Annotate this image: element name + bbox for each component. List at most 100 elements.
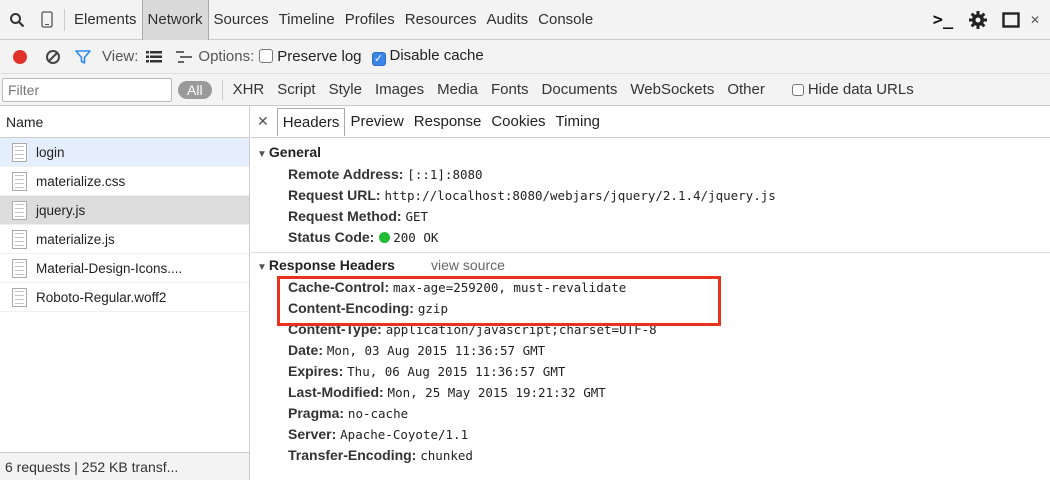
expand-triangle-icon: ▼	[257, 149, 267, 160]
preserve-log-box[interactable]	[259, 49, 274, 63]
filter-type-media[interactable]: Media	[437, 81, 478, 98]
request-name: materialize.css	[36, 173, 126, 189]
general-section-title: General	[268, 144, 322, 160]
request-row[interactable]: materialize.css	[0, 167, 249, 196]
filter-type-documents[interactable]: Documents	[542, 81, 618, 98]
tab-resources[interactable]: Resources	[400, 0, 482, 40]
response-headers-section-header[interactable]: ▼ Response Headers view source	[251, 253, 1050, 277]
header-row: Request Method: GET	[251, 206, 1050, 227]
view-source-link[interactable]: view source	[431, 257, 505, 273]
hide-data-urls-box[interactable]	[791, 84, 804, 96]
detail-tab-cookies[interactable]: Cookies	[486, 108, 550, 135]
detail-tab-response[interactable]: Response	[409, 108, 487, 135]
header-value: no-cache	[347, 406, 409, 421]
filter-type-script[interactable]: Script	[277, 81, 315, 98]
tab-console[interactable]: Console	[533, 0, 598, 40]
tab-sources[interactable]: Sources	[209, 0, 274, 40]
disable-cache-box[interactable]: ✓	[371, 52, 386, 66]
file-icon	[12, 200, 27, 220]
requests-list: login materialize.css jquery.js materialize…	[0, 138, 249, 312]
file-icon	[12, 229, 27, 249]
disable-cache-checkbox[interactable]: ✓ Disable cache	[371, 47, 484, 66]
gear-icon[interactable]	[960, 0, 996, 40]
hide-data-urls-label: Hide data URLs	[807, 81, 914, 98]
filter-type-style[interactable]: Style	[329, 81, 362, 98]
search-icon[interactable]	[0, 0, 34, 40]
console-prompt-icon[interactable]: >_	[926, 0, 960, 40]
response-headers-title: Response Headers	[268, 257, 395, 273]
disable-cache-label: Disable cache	[389, 47, 484, 64]
filter-icon[interactable]	[66, 40, 100, 74]
status-ok-icon	[379, 232, 391, 243]
detail-tab-headers[interactable]: Headers	[276, 107, 346, 136]
record-icon[interactable]	[0, 40, 40, 74]
close-detail-icon[interactable]: ✕	[257, 113, 269, 130]
filter-all-button[interactable]: All	[178, 80, 212, 99]
header-row: Last-Modified: Mon, 25 May 2015 19:21:32…	[251, 382, 1050, 403]
network-toolbar: View: Options: Preserve log ✓ Disable cac…	[0, 40, 1050, 74]
hide-data-urls-checkbox[interactable]: Hide data URLs	[791, 81, 914, 98]
large-rows-icon[interactable]	[138, 40, 170, 74]
header-value: GET	[405, 209, 429, 224]
tab-network[interactable]: Network	[141, 0, 209, 40]
preserve-log-label: Preserve log	[277, 48, 362, 65]
request-row[interactable]: jquery.js	[0, 196, 249, 225]
tab-profiles[interactable]: Profiles	[340, 0, 400, 40]
header-row: Request URL: http://localhost:8080/webja…	[251, 185, 1050, 206]
request-row[interactable]: Roboto-Regular.woff2	[0, 283, 249, 312]
tab-timeline[interactable]: Timeline	[274, 0, 340, 40]
header-key: Date:	[288, 342, 324, 358]
general-section: Remote Address: [::1]:8080 Request URL: h…	[251, 164, 1050, 248]
request-name: login	[36, 144, 65, 160]
header-row: Pragma: no-cache	[251, 403, 1050, 424]
dock-icon[interactable]	[996, 0, 1026, 40]
filter-type-images[interactable]: Images	[375, 81, 424, 98]
name-column-header[interactable]: Name	[0, 106, 249, 138]
filter-type-xhr[interactable]: XHR	[233, 81, 265, 98]
request-details-panel: ✕ Headers Preview Response Cookies Timing ▼ G…	[251, 106, 1050, 480]
file-icon	[12, 287, 27, 307]
filter-input[interactable]	[2, 77, 172, 102]
header-value: Apache-Coyote/1.1	[340, 427, 469, 442]
close-icon[interactable]: ✕	[1026, 0, 1044, 40]
request-name: jquery.js	[36, 202, 86, 218]
file-icon	[12, 258, 27, 278]
filter-type-fonts[interactable]: Fonts	[491, 81, 529, 98]
request-row[interactable]: login	[0, 138, 249, 167]
device-icon[interactable]	[34, 0, 60, 40]
header-row: Date: Mon, 03 Aug 2015 11:36:57 GMT	[251, 340, 1050, 361]
resource-type-filters: XHR Script Style Images Media Fonts Documents W…	[233, 81, 778, 98]
detail-tab-timing[interactable]: Timing	[551, 108, 605, 135]
overview-icon[interactable]	[170, 40, 198, 74]
preserve-log-checkbox[interactable]: Preserve log	[259, 48, 362, 65]
detail-tabs: ✕ Headers Preview Response Cookies Timing	[251, 106, 1050, 138]
header-row: Remote Address: [::1]:8080	[251, 164, 1050, 185]
highlight-box	[277, 276, 721, 326]
tab-audits[interactable]: Audits	[481, 0, 533, 40]
header-row: Expires: Thu, 06 Aug 2015 11:36:57 GMT	[251, 361, 1050, 382]
clear-icon[interactable]	[40, 40, 66, 74]
header-key: Expires:	[288, 363, 344, 379]
header-row: Server: Apache-Coyote/1.1	[251, 424, 1050, 445]
header-value: Mon, 03 Aug 2015 11:36:57 GMT	[326, 343, 546, 358]
requests-panel: Name login materialize.css jquery.js materi…	[0, 106, 250, 480]
header-key: Remote Address:	[288, 166, 404, 182]
detail-tab-preview[interactable]: Preview	[345, 108, 408, 135]
header-key: Server:	[288, 426, 337, 442]
header-value: chunked	[420, 448, 473, 463]
header-value: 200 OK	[393, 230, 439, 245]
header-row: Status Code: 200 OK	[251, 227, 1050, 248]
view-label: View:	[102, 48, 139, 65]
filter-type-other[interactable]: Other	[727, 81, 765, 98]
status-summary: 6 requests | 252 KB transf...	[0, 452, 249, 480]
file-icon	[12, 142, 27, 162]
general-section-header[interactable]: ▼ General	[251, 140, 1050, 164]
request-row[interactable]: materialize.js	[0, 225, 249, 254]
request-row[interactable]: Material-Design-Icons....	[0, 254, 249, 283]
filter-type-websockets[interactable]: WebSockets	[630, 81, 714, 98]
header-row: Transfer-Encoding: chunked	[251, 445, 1050, 466]
request-name: Material-Design-Icons....	[36, 260, 183, 276]
header-key: Transfer-Encoding:	[288, 447, 417, 463]
tab-elements[interactable]: Elements	[69, 0, 142, 40]
devtools-tabbar: Elements Network Sources Timeline Profiles Re…	[0, 0, 1050, 40]
